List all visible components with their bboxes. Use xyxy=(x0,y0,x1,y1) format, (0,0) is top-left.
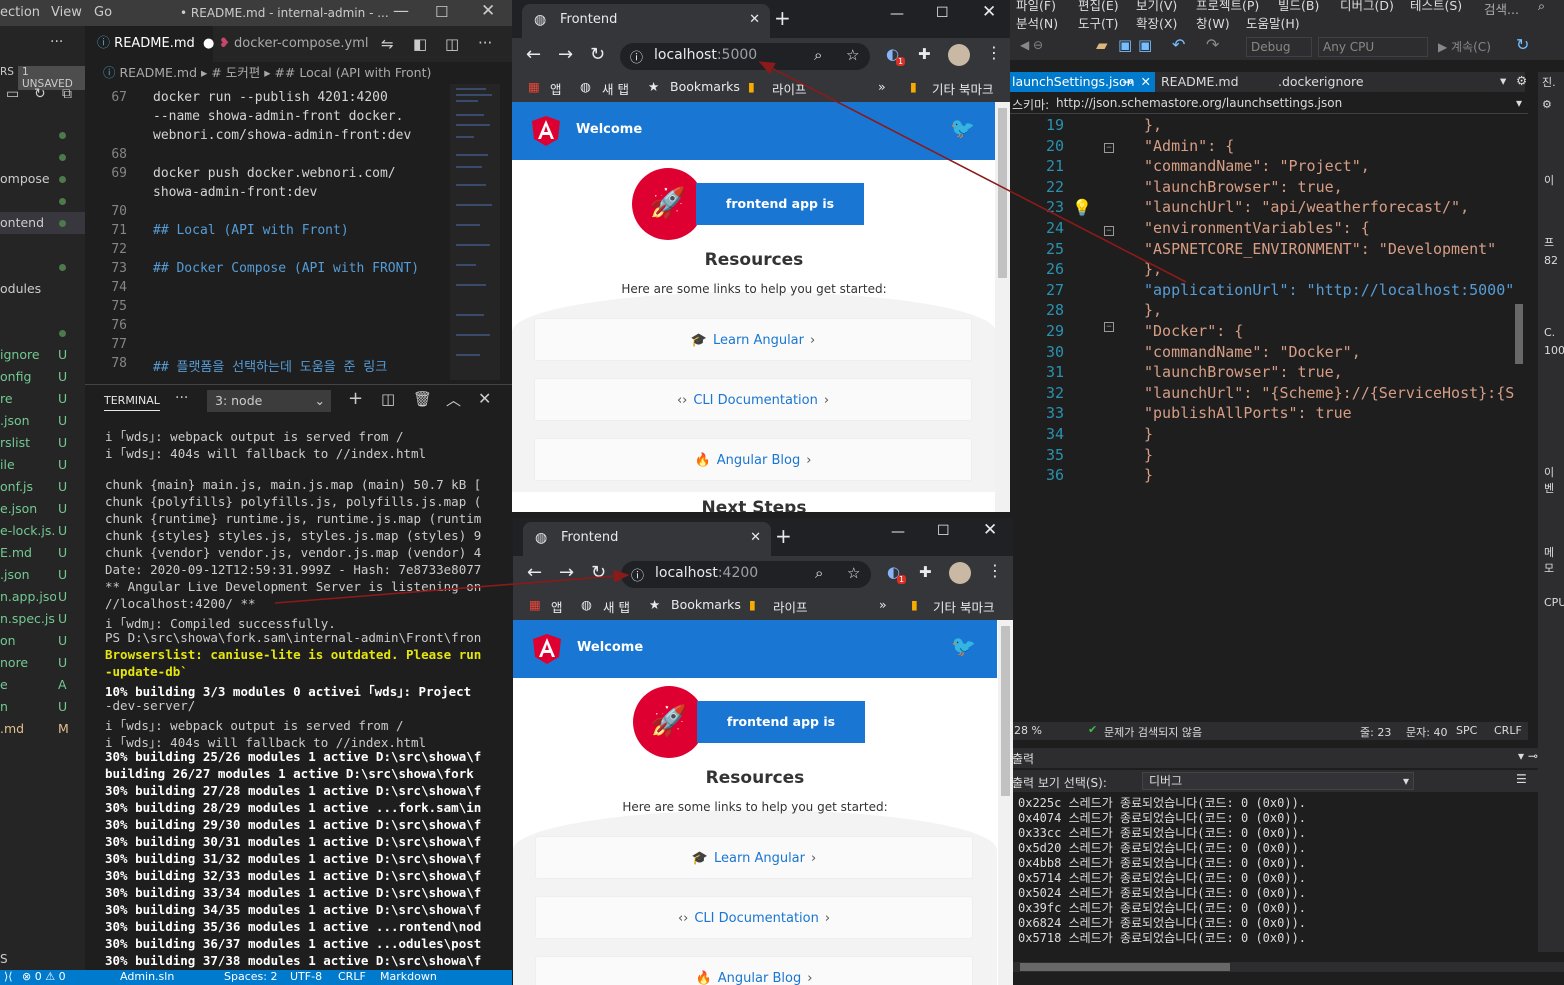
arrow-5000 xyxy=(758,61,1187,283)
arrow-4200 xyxy=(274,569,630,604)
annotation-arrows xyxy=(274,61,1187,604)
